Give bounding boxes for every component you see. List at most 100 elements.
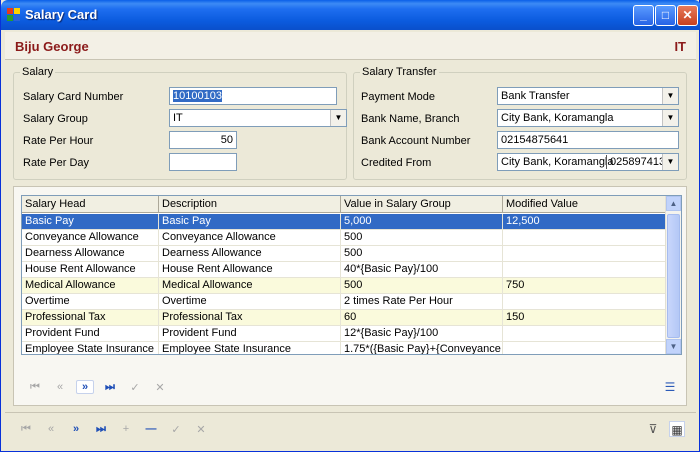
prev-record-icon[interactable]: « [42,423,60,435]
cell-modified-value[interactable]: 12,500 [503,214,667,229]
cancel-icon[interactable]: ✕ [192,423,210,436]
table-row[interactable]: Provident Fund Provident Fund 12*{Basic … [22,326,667,342]
cell-modified-value[interactable] [503,230,667,245]
credited-from-label: Credited From [361,157,432,169]
filter-icon[interactable]: ⊽ [645,421,661,437]
cell-description: Professional Tax [159,310,341,325]
cell-modified-value[interactable] [503,246,667,261]
first-record-icon[interactable]: ⏮ [17,423,35,436]
table-row[interactable]: Medical Allowance Medical Allowance 500 … [22,278,667,294]
bank-name-branch-value: City Bank, Koramangla [501,112,614,124]
salary-legend: Salary [22,66,54,78]
cell-group-value: 500 [341,246,503,261]
post-icon[interactable]: ✓ [167,423,185,436]
bank-name-branch-label: Bank Name, Branch [361,113,460,125]
rate-per-hour-input[interactable]: 50 [169,131,237,149]
bank-account-number-input[interactable]: 02154875641 [497,131,679,149]
cell-modified-value[interactable] [503,294,667,309]
cell-group-value: 5,000 [341,214,503,229]
minimize-button[interactable]: _ [633,5,654,26]
post-icon[interactable]: ✓ [126,381,144,394]
first-record-icon[interactable]: ⏮ [26,381,44,394]
cell-group-value: 500 [341,230,503,245]
cell-salary-head: House Rent Allowance [22,262,159,277]
salary-card-window: Salary Card _ □ ✕ Biju George IT Salary … [0,0,700,452]
credited-from-account: 025897413 [610,156,666,168]
cell-modified-value[interactable] [503,342,667,354]
next-record-icon[interactable]: » [76,380,94,394]
cell-group-value: 500 [341,278,503,293]
delete-record-icon[interactable]: — [142,423,160,435]
last-record-icon[interactable]: ⏭ [92,423,110,436]
chevron-down-icon[interactable]: ▼ [662,88,678,104]
bank-account-number-label: Bank Account Number [361,135,471,147]
grid-view-icon[interactable]: ☰ [662,379,678,395]
employee-department: IT [674,39,686,54]
column-salary-head[interactable]: Salary Head [22,196,159,212]
last-record-icon[interactable]: ⏭ [101,381,119,394]
table-view-icon[interactable]: ▦ [669,421,685,437]
column-modified-value[interactable]: Modified Value [503,196,667,212]
grid-navigator: ⏮ « » ⏭ ✓ ✕ [26,377,176,397]
scroll-thumb[interactable] [667,214,680,338]
payment-mode-label: Payment Mode [361,91,435,103]
cell-modified-value[interactable] [503,262,667,277]
salary-heads-grid: Salary Head Description Value in Salary … [21,195,682,355]
scroll-up-icon[interactable]: ▲ [666,196,681,211]
app-icon [7,8,21,22]
add-record-icon[interactable]: + [117,423,135,435]
table-row[interactable]: Professional Tax Professional Tax 60 150 [22,310,667,326]
next-record-icon[interactable]: » [67,423,85,435]
salary-group-combo[interactable]: IT ▼ [169,109,347,127]
scroll-down-icon[interactable]: ▼ [666,339,681,354]
table-row[interactable]: Overtime Overtime 2 times Rate Per Hour [22,294,667,310]
cell-description: Conveyance Allowance [159,230,341,245]
close-button[interactable]: ✕ [677,5,698,26]
cell-salary-head: Professional Tax [22,310,159,325]
cell-group-value: 12*{Basic Pay}/100 [341,326,503,341]
cell-salary-head: Provident Fund [22,326,159,341]
cell-description: Basic Pay [159,214,341,229]
cell-description: House Rent Allowance [159,262,341,277]
credited-from-combo[interactable]: City Bank, Koramangla 025897413 ▼ [497,153,679,171]
salary-group-value: IT [173,112,183,124]
salary-heads-panel: Salary Head Description Value in Salary … [13,186,687,406]
cell-group-value: 60 [341,310,503,325]
cell-salary-head: Basic Pay [22,214,159,229]
cell-modified-value[interactable] [503,326,667,341]
table-row[interactable]: Dearness Allowance Dearness Allowance 50… [22,246,667,262]
table-row[interactable]: Basic Pay Basic Pay 5,000 12,500 [22,214,667,230]
record-navigator: ⏮ « » ⏭ + — ✓ ✕ [17,419,217,439]
column-description[interactable]: Description [159,196,341,212]
cell-description: Dearness Allowance [159,246,341,261]
table-row[interactable]: Conveyance Allowance Conveyance Allowanc… [22,230,667,246]
bank-name-branch-combo[interactable]: City Bank, Koramangla ▼ [497,109,679,127]
prev-record-icon[interactable]: « [51,381,69,393]
cell-description: Employee State Insurance [159,342,341,354]
salary-card-number-input[interactable]: 10100103 [169,87,337,105]
cell-salary-head: Employee State Insurance [22,342,159,354]
cell-salary-head: Dearness Allowance [22,246,159,261]
table-row[interactable]: House Rent Allowance House Rent Allowanc… [22,262,667,278]
column-value-in-group[interactable]: Value in Salary Group [341,196,503,212]
cancel-icon[interactable]: ✕ [151,381,169,394]
chevron-down-icon[interactable]: ▼ [662,154,678,170]
cell-group-value: 2 times Rate Per Hour [341,294,503,309]
chevron-down-icon[interactable]: ▼ [330,110,346,126]
cell-modified-value[interactable]: 150 [503,310,667,325]
credited-from-bank: City Bank, Koramangla [501,156,614,168]
cell-description: Overtime [159,294,341,309]
chevron-down-icon[interactable]: ▼ [662,110,678,126]
grid-vertical-scrollbar[interactable]: ▲ ▼ [665,196,681,354]
cell-description: Provident Fund [159,326,341,341]
payment-mode-value: Bank Transfer [501,90,570,102]
rate-per-day-label: Rate Per Day [23,157,90,169]
cell-salary-head: Conveyance Allowance [22,230,159,245]
title-bar[interactable]: Salary Card _ □ ✕ [1,0,700,30]
table-row[interactable]: Employee State Insurance Employee State … [22,342,667,354]
cell-modified-value[interactable]: 750 [503,278,667,293]
maximize-button[interactable]: □ [655,5,676,26]
salary-transfer-legend: Salary Transfer [362,66,437,78]
rate-per-day-input[interactable] [169,153,237,171]
payment-mode-combo[interactable]: Bank Transfer ▼ [497,87,679,105]
